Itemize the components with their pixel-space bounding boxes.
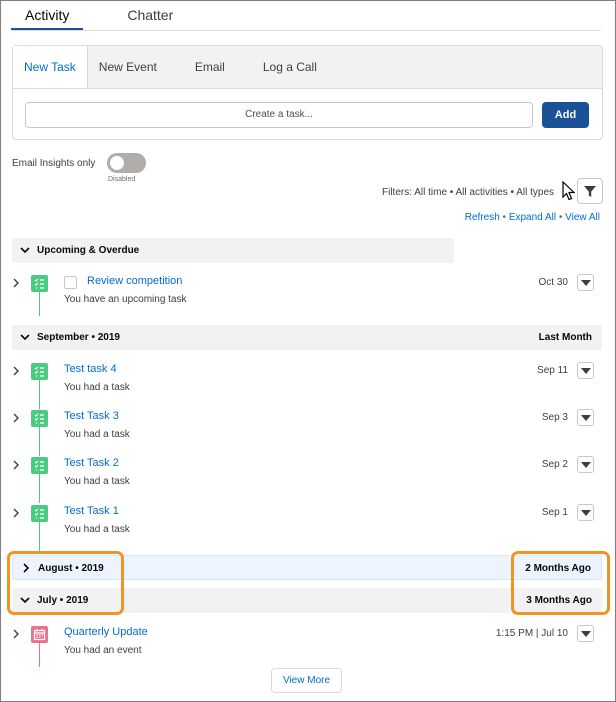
link-separator: •	[499, 212, 509, 223]
timeline-item: Test task 4 You had a task Sep 11	[1, 362, 616, 409]
timeline-item: Test Task 2 You had a task Sep 2	[1, 456, 616, 503]
chevron-right-icon[interactable]	[11, 508, 21, 518]
item-date: Sep 1	[541, 507, 568, 518]
tabs-divider	[11, 30, 601, 31]
item-title-link[interactable]: Test Task 1	[64, 505, 119, 517]
timeline-line	[39, 427, 40, 456]
composer-body: Create a task... Add	[13, 88, 602, 139]
filter-icon	[584, 186, 596, 197]
view-more-button[interactable]: View More	[271, 668, 342, 693]
chevron-right-icon[interactable]	[11, 413, 21, 423]
task-icon	[31, 363, 48, 380]
item-title-link[interactable]: Quarterly Update	[64, 626, 148, 638]
toggle-state-label: Disabled	[108, 176, 136, 183]
tab-email[interactable]: Email	[184, 46, 236, 88]
link-separator: •	[556, 212, 566, 223]
chevron-right-icon[interactable]	[11, 460, 21, 470]
chevron-down-icon	[581, 510, 591, 516]
timeline-item: Test Task 3 You had a task Sep 3	[1, 409, 616, 456]
chevron-down-icon	[581, 368, 591, 374]
item-title-link[interactable]: Test Task 2	[64, 457, 119, 469]
event-icon	[31, 626, 48, 643]
filter-button[interactable]	[577, 178, 603, 204]
task-icon	[31, 505, 48, 522]
top-tabs: Activity Chatter	[11, 1, 187, 31]
timeline-line	[39, 643, 40, 667]
toggle-knob	[110, 156, 124, 170]
item-menu-button[interactable]	[577, 504, 594, 521]
timeline-links: Refresh • Expand All • View All	[465, 212, 600, 223]
activity-panel: Activity Chatter New Task New Event Emai…	[0, 0, 616, 702]
timeline-line	[39, 474, 40, 503]
chevron-down-icon	[581, 462, 591, 468]
section-upcoming-overdue[interactable]: Upcoming & Overdue	[12, 238, 454, 263]
section-relative-date: Last Month	[538, 332, 592, 343]
item-menu-button[interactable]	[577, 409, 594, 426]
activity-composer: New Task New Event Email Log a Call Crea…	[12, 45, 603, 140]
add-button[interactable]: Add	[542, 102, 589, 128]
refresh-link[interactable]: Refresh	[465, 212, 500, 223]
item-menu-button[interactable]	[577, 456, 594, 473]
chevron-right-icon[interactable]	[11, 366, 21, 376]
section-september-2019[interactable]: September • 2019 Last Month	[12, 325, 602, 350]
tab-log-a-call[interactable]: Log a Call	[252, 46, 328, 88]
section-title: September • 2019	[37, 332, 120, 343]
view-all-link[interactable]: View All	[565, 212, 600, 223]
timeline-item: Review competition You have an upcoming …	[1, 274, 616, 321]
item-date: Sep 11	[537, 365, 568, 376]
tab-chatter[interactable]: Chatter	[113, 1, 187, 31]
item-date: Oct 30	[538, 277, 568, 288]
chevron-down-icon	[581, 280, 591, 286]
item-subtitle: You had an event	[64, 645, 142, 656]
create-task-input[interactable]: Create a task...	[25, 102, 533, 128]
item-date: Sep 2	[541, 459, 568, 470]
item-title-link[interactable]: Test task 4	[64, 363, 117, 375]
timeline-line	[39, 522, 40, 552]
timeline-line	[39, 292, 40, 316]
item-subtitle: You had a task	[64, 524, 130, 535]
email-insights-toggle[interactable]	[107, 153, 146, 173]
tab-activity[interactable]: Activity	[11, 1, 84, 31]
tab-new-event[interactable]: New Event	[88, 46, 168, 88]
chevron-down-icon	[20, 247, 30, 254]
item-date: Sep 3	[541, 412, 568, 423]
item-menu-button[interactable]	[577, 625, 594, 642]
item-subtitle: You had a task	[64, 476, 130, 487]
item-title-link[interactable]: Test Task 3	[64, 410, 119, 422]
chevron-down-icon	[581, 631, 591, 637]
task-icon	[31, 457, 48, 474]
task-checkbox[interactable]	[64, 276, 77, 289]
timeline-item: Quarterly Update You had an event 1:15 P…	[1, 625, 616, 672]
chevron-down-icon	[581, 415, 591, 421]
task-icon	[31, 275, 48, 292]
section-title: Upcoming & Overdue	[37, 245, 140, 256]
item-menu-button[interactable]	[577, 362, 594, 379]
highlight-box-dates	[7, 551, 124, 615]
timeline-line	[39, 380, 40, 409]
highlight-box-relative-dates	[511, 551, 610, 615]
filters-summary: Filters: All time • All activities • All…	[382, 187, 555, 198]
mouse-cursor-icon	[562, 181, 576, 201]
item-menu-button[interactable]	[577, 274, 594, 291]
composer-tabs: New Task New Event Email Log a Call	[13, 46, 602, 88]
chevron-down-icon	[20, 334, 30, 341]
chevron-right-icon[interactable]	[11, 629, 21, 639]
item-subtitle: You had a task	[64, 429, 130, 440]
item-date: 1:15 PM | Jul 10	[495, 628, 568, 639]
expand-all-link[interactable]: Expand All	[509, 212, 556, 223]
chevron-right-icon[interactable]	[11, 278, 21, 288]
item-title-link[interactable]: Review competition	[87, 275, 182, 287]
timeline-item: Test Task 1 You had a task Sep 1	[1, 504, 616, 552]
task-icon	[31, 410, 48, 427]
item-subtitle: You had a task	[64, 382, 130, 393]
tab-new-task[interactable]: New Task	[13, 46, 88, 88]
email-insights-label: Email Insights only	[12, 158, 96, 169]
item-subtitle: You have an upcoming task	[64, 294, 187, 305]
